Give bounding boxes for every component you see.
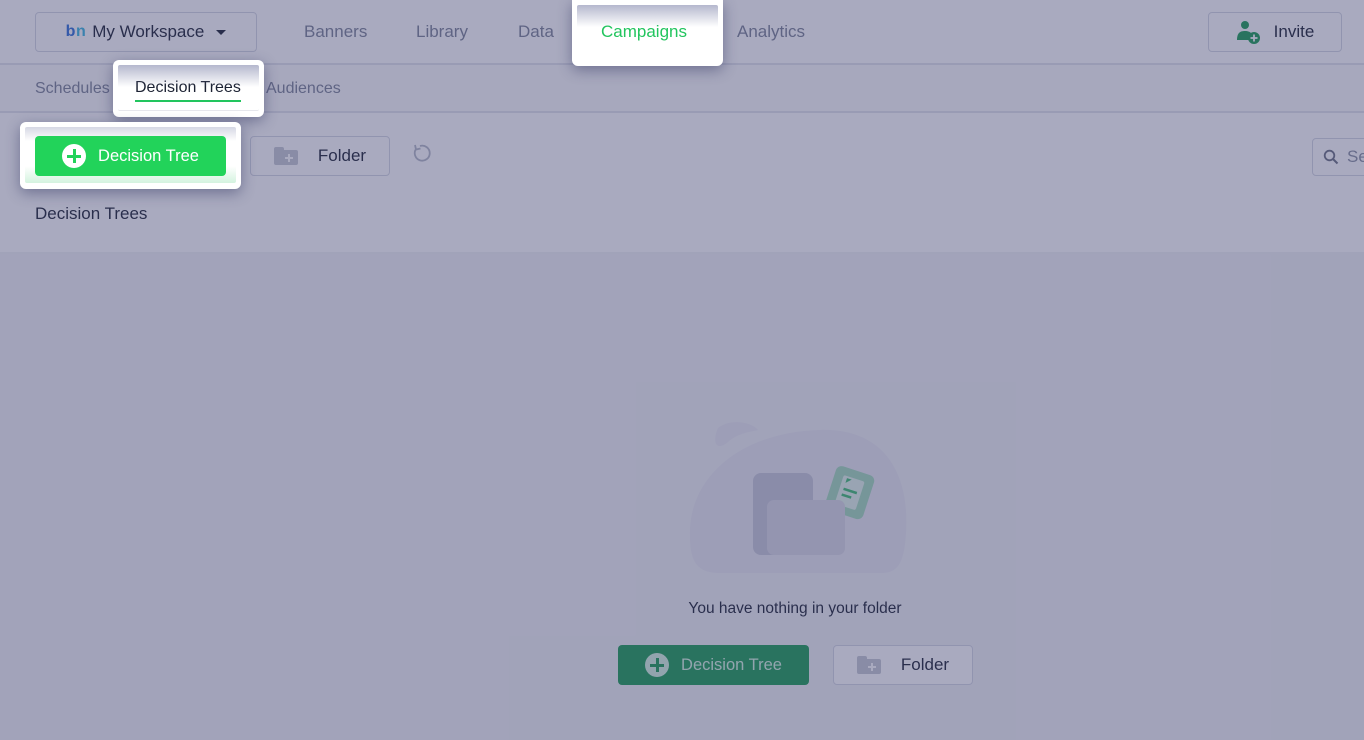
- nav-banners[interactable]: Banners: [304, 22, 367, 42]
- spotlight-decision-trees-tab: Decision Trees: [113, 60, 264, 117]
- folder-plus-icon: [856, 656, 881, 674]
- plus-circle-icon: [62, 144, 87, 168]
- folder-plus-icon: [273, 147, 298, 165]
- search-field[interactable]: [1312, 138, 1364, 176]
- nav-analytics[interactable]: Analytics: [737, 22, 805, 42]
- subnav-schedules[interactable]: Schedules: [35, 80, 110, 98]
- search-icon: [1323, 149, 1339, 165]
- plus-circle-icon: [645, 653, 670, 677]
- workspace-switcher[interactable]: bn My Workspace: [35, 12, 257, 52]
- workspace-logo: bn: [65, 23, 87, 40]
- caret-down-icon: [216, 29, 227, 35]
- new-decision-tree-label: Decision Tree: [98, 146, 199, 165]
- empty-folder-illustration: [689, 422, 907, 573]
- workspace-name: My Workspace: [92, 22, 205, 41]
- spotlight-new-decision-tree: Decision Tree: [20, 122, 241, 189]
- empty-state-message: You have nothing in your folder: [688, 600, 902, 617]
- nav-data[interactable]: Data: [518, 22, 554, 42]
- empty-folder-button[interactable]: Folder: [833, 645, 973, 685]
- subnav-audiences[interactable]: Audiences: [266, 80, 341, 98]
- empty-decision-tree-button[interactable]: Decision Tree: [618, 645, 809, 685]
- new-folder-label: Folder: [317, 146, 367, 165]
- empty-decision-tree-label: Decision Tree: [681, 655, 782, 674]
- new-decision-tree-button[interactable]: Decision Tree: [35, 136, 226, 176]
- refresh-icon[interactable]: [412, 143, 432, 163]
- nav-library[interactable]: Library: [416, 22, 468, 42]
- invite-button[interactable]: Invite: [1208, 12, 1342, 52]
- add-user-icon: [1236, 21, 1260, 44]
- spotlight-campaigns: Campaigns: [572, 0, 723, 66]
- empty-folder-label: Folder: [900, 655, 950, 674]
- subnav-decision-trees[interactable]: Decision Trees: [135, 79, 241, 102]
- invite-label: Invite: [1273, 22, 1315, 41]
- section-title: Decision Trees: [35, 204, 148, 223]
- nav-campaigns[interactable]: Campaigns: [601, 22, 687, 42]
- new-folder-button[interactable]: Folder: [250, 136, 390, 176]
- search-input[interactable]: [1347, 147, 1364, 167]
